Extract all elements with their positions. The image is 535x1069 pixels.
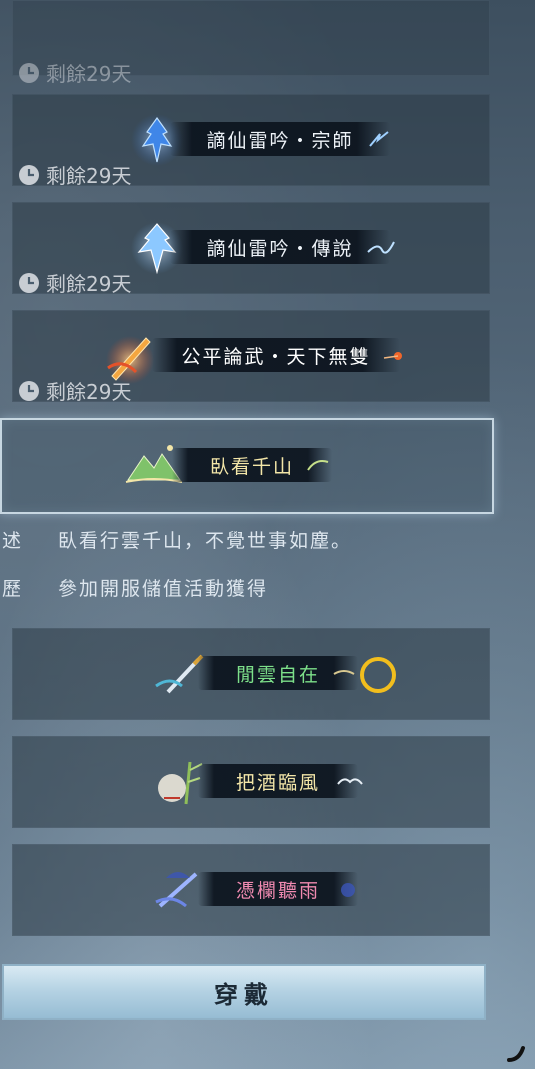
- wind-accent-icon: [333, 670, 355, 675]
- expire-text: 剩餘29天: [18, 376, 131, 405]
- title-card-wokan[interactable]: 臥看千山: [0, 418, 494, 514]
- history-text: 參加開服儲值活動獲得: [58, 577, 269, 600]
- expire-text: 剩餘29天: [18, 160, 131, 189]
- cloud-accent-icon: [337, 778, 363, 785]
- clock-icon: [19, 272, 39, 293]
- title-card-pinglan[interactable]: 憑欄聽雨: [12, 844, 490, 936]
- title-name: 憑欄聽雨: [235, 879, 320, 902]
- flame-accent-icon: [383, 352, 402, 360]
- selection-ring[interactable]: [360, 657, 396, 693]
- title-card-xianyun[interactable]: 閒雲自在: [12, 628, 490, 720]
- title-plate: 謫仙雷吟・宗師: [170, 122, 390, 156]
- title-card-gongping[interactable]: 公平論武・天下無雙 剩餘29天: [12, 310, 490, 405]
- title-name: 謫仙雷吟・宗師: [206, 129, 354, 152]
- description-row: 述 臥看行雲千山，不覺世事如塵。: [0, 522, 490, 556]
- history-row: 歷 參加開服儲值活動獲得: [0, 570, 490, 604]
- expire-text: 剩餘29天: [18, 268, 131, 297]
- expire-text: 剩餘29天: [18, 58, 131, 87]
- title-name: 閒雲自在: [235, 663, 320, 686]
- title-name: 公平論武・天下無雙: [181, 345, 371, 368]
- clock-icon: [19, 380, 39, 401]
- title-card-partial[interactable]: 剩餘29天: [12, 0, 490, 86]
- leaf-accent-icon: [307, 460, 329, 471]
- lightning-accent-icon: [367, 241, 395, 254]
- lightning-accent-icon: [369, 131, 389, 147]
- description-label: 述: [2, 529, 24, 552]
- title-card-chuanshuo[interactable]: 謫仙雷吟・傳說 剩餘29天: [12, 202, 490, 297]
- title-name: 謫仙雷吟・傳說: [206, 237, 354, 260]
- corner-tool-icon[interactable]: [505, 1040, 529, 1064]
- title-plate: 公平論武・天下無雙: [152, 338, 400, 372]
- equip-button[interactable]: 穿戴: [2, 964, 486, 1020]
- description-text: 臥看行雲千山，不覺世事如塵。: [58, 529, 353, 552]
- rain-accent-icon: [341, 883, 355, 897]
- equip-label: 穿戴: [214, 979, 274, 1009]
- title-name: 臥看千山: [209, 455, 294, 478]
- history-label: 歷: [2, 577, 24, 600]
- title-card-bajiu[interactable]: 把酒臨風: [12, 736, 490, 828]
- title-name: 把酒臨風: [235, 771, 320, 794]
- title-plate: 謫仙雷吟・傳說: [170, 230, 390, 264]
- clock-icon: [19, 62, 39, 83]
- title-card-zongshi[interactable]: 謫仙雷吟・宗師 剩餘29天: [12, 94, 490, 189]
- clock-icon: [19, 164, 39, 185]
